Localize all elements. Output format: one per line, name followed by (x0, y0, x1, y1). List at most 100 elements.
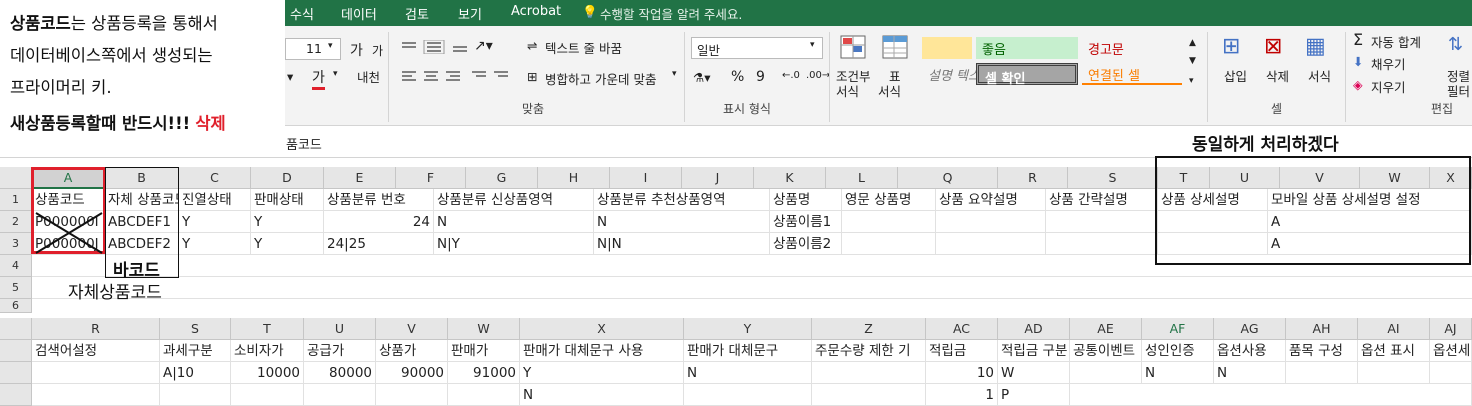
row-header[interactable]: 5 (0, 277, 32, 299)
cell[interactable]: 1 (926, 384, 998, 406)
col-header[interactable]: G (466, 167, 538, 189)
merge-center-button[interactable]: 병합하고 가운데 맞춤 (545, 69, 656, 88)
clear-button[interactable]: 지우기 (1371, 77, 1406, 96)
row-header[interactable]: 2 (0, 211, 32, 233)
cell[interactable]: 적립금 (926, 340, 998, 362)
col-header[interactable]: V (376, 318, 448, 340)
cell[interactable]: Y (520, 362, 684, 384)
cell[interactable]: 상품 요약설명 (936, 189, 1046, 211)
cell[interactable]: 판매가 대체문구 사용 (520, 340, 684, 362)
col-header[interactable]: S (1068, 167, 1158, 189)
cell[interactable] (448, 384, 520, 406)
cell[interactable]: 품목 구성 (1286, 340, 1358, 362)
col-header[interactable]: F (396, 167, 466, 189)
col-header[interactable]: W (448, 318, 520, 340)
col-header[interactable]: U (304, 318, 376, 340)
tab-data[interactable]: 데이터 (341, 4, 377, 23)
cell[interactable]: 상품가 (376, 340, 448, 362)
cell[interactable]: N (520, 384, 684, 406)
col-header[interactable]: AE (1070, 318, 1142, 340)
cell[interactable]: 공급가 (304, 340, 376, 362)
row-header[interactable]: 3 (0, 233, 32, 255)
cell[interactable] (1046, 211, 1158, 233)
cell[interactable]: 91000 (448, 362, 520, 384)
comma-button[interactable]: 9 (756, 69, 765, 85)
font-size-dropdown[interactable]: 11 ▾ (285, 38, 341, 60)
phonetic-button[interactable]: 내천 (357, 67, 380, 86)
col-header[interactable]: Q (898, 167, 998, 189)
cell[interactable]: 검색어설정 (32, 340, 160, 362)
col-header[interactable]: AC (926, 318, 998, 340)
col-header[interactable]: Z (812, 318, 926, 340)
cell[interactable]: Y (251, 211, 324, 233)
cell[interactable] (1070, 384, 1472, 406)
cell[interactable]: N|N (594, 233, 770, 255)
cell[interactable]: 10000 (231, 362, 304, 384)
cell[interactable]: 주문수량 제한 기 (812, 340, 926, 362)
style-explanatory[interactable]: 설명 텍스트 (922, 63, 992, 85)
col-header[interactable]: L (826, 167, 898, 189)
cell[interactable] (32, 384, 160, 406)
fill-button[interactable]: 채우기 (1371, 54, 1406, 73)
style-normal[interactable] (922, 37, 972, 59)
col-header[interactable]: D (251, 167, 324, 189)
tab-review[interactable]: 검토 (405, 4, 429, 23)
cell[interactable] (376, 384, 448, 406)
cell[interactable]: N (434, 211, 594, 233)
cell[interactable]: 10 (926, 362, 998, 384)
cell[interactable]: N (1142, 362, 1214, 384)
style-bad[interactable]: 경고문 (1082, 37, 1182, 59)
increase-decimal-button[interactable]: ←.0 (782, 70, 800, 81)
cell[interactable]: Y (179, 211, 251, 233)
cell[interactable]: 24|25 (324, 233, 434, 255)
cell[interactable]: N (684, 362, 812, 384)
cell[interactable]: 소비자가 (231, 340, 304, 362)
cell[interactable] (1286, 362, 1358, 384)
cell[interactable]: N (594, 211, 770, 233)
decrease-decimal-button[interactable]: .00→ (806, 70, 830, 81)
cell[interactable]: P (998, 384, 1070, 406)
row-header[interactable]: 4 (0, 255, 32, 277)
cell[interactable]: 상품 간략설명 (1046, 189, 1158, 211)
col-header[interactable]: T (231, 318, 304, 340)
cell[interactable]: 판매가 (448, 340, 520, 362)
cell[interactable]: N (1214, 362, 1286, 384)
cell[interactable]: Y (251, 233, 324, 255)
autosum-button[interactable]: 자동 합계 (1371, 32, 1421, 51)
tell-me-box[interactable]: 수행할 작업을 알려 주세요. (600, 4, 742, 23)
cell[interactable] (160, 384, 231, 406)
style-check-cell[interactable]: 셀 확인 (976, 63, 1078, 87)
row-header[interactable] (0, 362, 32, 384)
cell[interactable]: 성인인증 (1142, 340, 1214, 362)
cell[interactable]: 진열상태 (179, 189, 251, 211)
cell[interactable]: 상품분류 번호 (324, 189, 434, 211)
cell[interactable]: 옵션세 (1430, 340, 1472, 362)
cell[interactable]: 상품명 (770, 189, 842, 211)
cell[interactable]: W (998, 362, 1070, 384)
cell[interactable]: 과세구분 (160, 340, 231, 362)
style-linked-cell[interactable]: 연결된 셀 (1082, 63, 1182, 85)
cell[interactable] (684, 384, 812, 406)
col-header[interactable]: C (179, 167, 251, 189)
cell[interactable]: 판매상태 (251, 189, 324, 211)
insert-button[interactable]: 삽입 (1224, 66, 1247, 85)
tab-acrobat[interactable]: Acrobat (511, 4, 561, 19)
horizontal-align-buttons[interactable] (400, 70, 510, 84)
grow-font-button[interactable]: 가 (350, 40, 363, 60)
col-header[interactable]: AJ (1430, 318, 1472, 340)
cell[interactable] (32, 362, 160, 384)
styles-scroll-up-icon[interactable]: ▲ (1189, 38, 1196, 48)
row-header[interactable] (0, 340, 32, 362)
cell[interactable] (304, 384, 376, 406)
cell[interactable] (1046, 233, 1158, 255)
col-header[interactable]: K (754, 167, 826, 189)
cell[interactable]: 90000 (376, 362, 448, 384)
cell[interactable]: 24 (324, 211, 434, 233)
style-good[interactable]: 좋음 (976, 37, 1078, 59)
cell[interactable] (936, 233, 1046, 255)
cell[interactable]: 공통이벤트 (1070, 340, 1142, 362)
cell[interactable] (936, 211, 1046, 233)
tab-view[interactable]: 보기 (458, 4, 482, 23)
styles-scroll-down-icon[interactable]: ▼ (1189, 56, 1196, 66)
cell[interactable] (812, 362, 926, 384)
